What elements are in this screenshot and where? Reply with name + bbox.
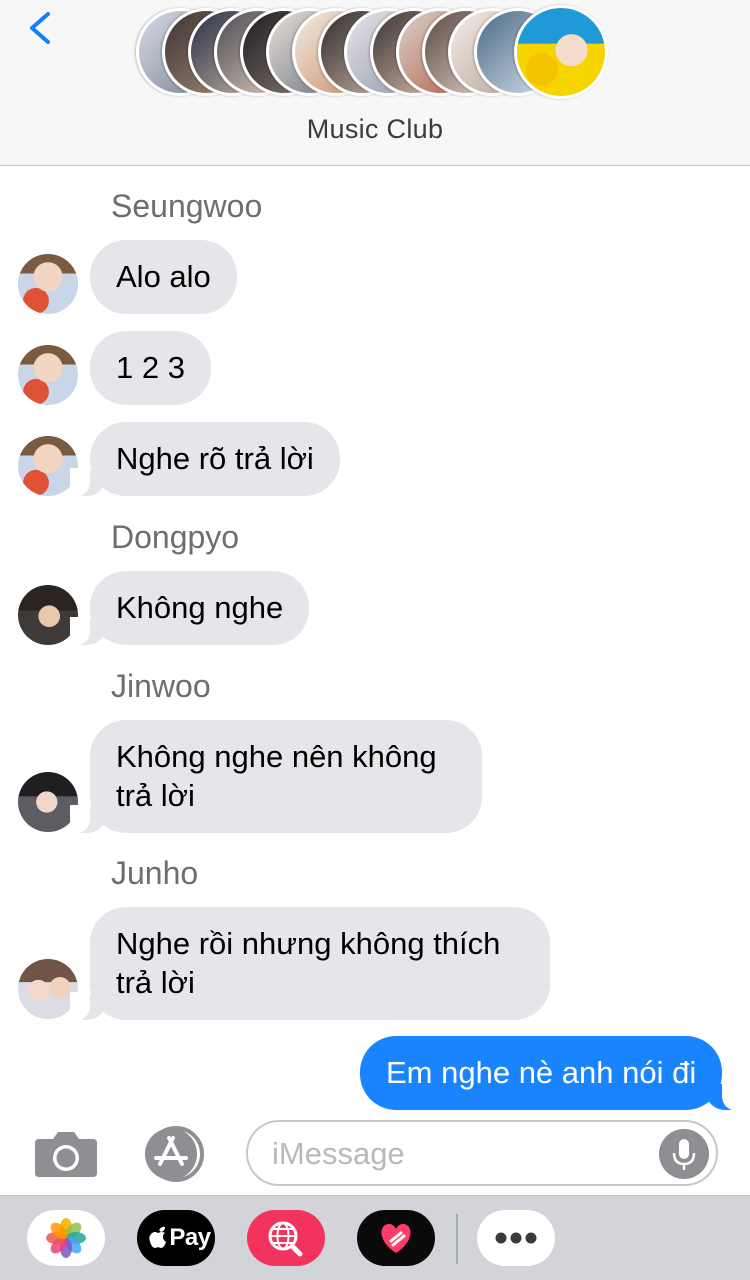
group-member-avatar [514,5,608,99]
group-avatar-stack[interactable] [136,4,616,100]
microphone-icon [672,1139,696,1170]
more-dots-icon [495,1232,537,1244]
message-bubble[interactable]: 1 2 3 [90,331,211,405]
sender-avatar[interactable] [18,959,78,1019]
camera-icon[interactable] [33,1129,99,1179]
globe-search-icon [268,1221,303,1257]
app-drawer-divider [456,1214,458,1264]
sender-avatar[interactable] [18,585,78,645]
outgoing-message-bubble[interactable]: Em nghe nè anh nói đi [360,1036,743,1110]
heart-touch-icon [381,1224,411,1253]
message-text: Em nghe nè anh nói đi [386,1055,697,1090]
conversation-header: Music Club [0,0,750,166]
sender-name: Dongpyo [111,519,240,555]
apple-pay-label: Pay [169,1224,211,1251]
message-text: 1 2 3 [116,350,185,385]
photos-app-icon [46,1218,86,1258]
message-text: Không nghe nên không trả lời [116,739,437,813]
message-bubble[interactable]: Alo alo [90,240,237,314]
digital-touch-app-button[interactable] [357,1210,435,1266]
message-bubble[interactable]: Nghe rồi nhưng không thích trả lời [70,907,550,1020]
sender-avatar[interactable] [18,772,78,832]
message-text: Nghe rõ trả lời [116,441,314,476]
group-title[interactable]: Music Club [0,114,750,145]
photos-app-button[interactable] [27,1210,105,1266]
sender-avatar[interactable] [18,345,78,405]
web-search-app-button[interactable] [247,1210,325,1266]
sender-name: Seungwoo [111,188,263,224]
message-bubble[interactable]: Không nghe [69,571,310,645]
app-store-icon[interactable] [140,1126,212,1182]
message-text: Nghe rồi nhưng không thích trả lời [116,926,501,1000]
imessage-field[interactable] [246,1120,718,1186]
back-chevron-icon[interactable] [22,8,62,48]
imessage-input[interactable] [272,1132,652,1176]
sender-name: Jinwoo [111,668,211,704]
message-bubble[interactable]: Nghe rõ trả lời [70,422,340,496]
message-text: Alo alo [116,259,211,294]
sender-name: Junho [111,855,199,891]
microphone-button[interactable] [659,1129,709,1179]
app-drawer: Pay [0,1195,750,1280]
message-text: Không nghe [116,590,284,625]
apple-pay-button[interactable]: Pay [137,1210,215,1266]
more-apps-button[interactable] [477,1210,555,1266]
sender-avatar[interactable] [18,254,78,314]
message-bubble[interactable]: Không nghe nên không trả lời [70,720,482,833]
sender-avatar[interactable] [18,436,78,496]
